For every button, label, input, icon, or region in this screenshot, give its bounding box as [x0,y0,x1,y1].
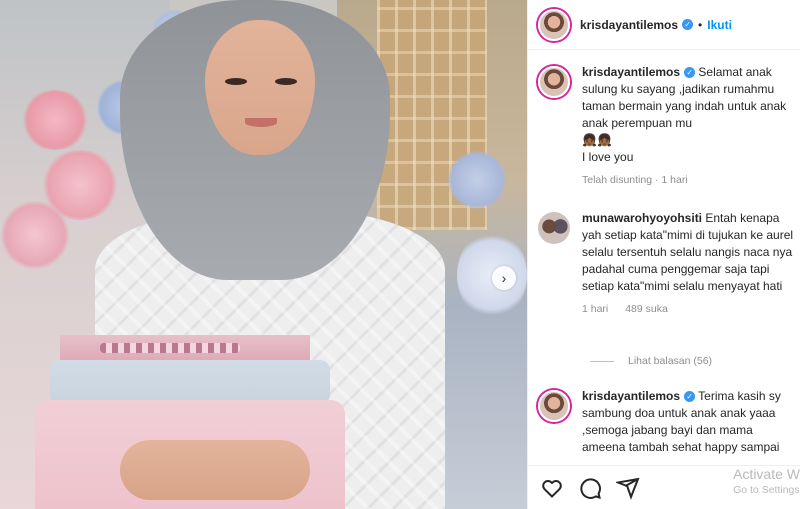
replies-divider [590,360,614,362]
author-username[interactable]: krisdayantilemos [580,18,678,32]
commenter-avatar[interactable] [538,66,570,98]
activation-watermark: Activate W Go to Settings [733,466,800,496]
view-replies-label[interactable]: Lihat balasan (56) [628,355,712,367]
verified-icon: ✓ [682,19,694,30]
commenter-avatar[interactable] [538,212,570,244]
post-photo: › [0,0,527,509]
comment-username[interactable]: krisdayantilemos [582,389,680,403]
verified-icon: ✓ [684,67,696,79]
watermark-line1: Activate W [733,466,800,482]
comment-username[interactable]: krisdayantilemos [582,65,680,79]
next-photo-button[interactable]: › [492,266,516,290]
comment-item: krisdayantilemos ✓ Terima kasih sy sambun… [538,388,800,464]
flower-decor [447,150,507,210]
share-icon[interactable] [616,476,640,500]
comment-likes[interactable]: 489 suka [625,303,668,315]
comment-body: munawarohyoyohsiti Entah kenapa yah seti… [582,210,797,318]
eye [275,78,297,85]
dress-belt [60,335,310,363]
flower-decor [0,200,70,270]
comment-item: krisdayantilemos ✓ Selamat anak sulung ku… [538,64,800,189]
commenter-avatar[interactable] [538,390,570,422]
watermark-line2: Go to Settings [733,484,800,496]
face [205,20,315,155]
verified-icon: ✓ [684,391,696,403]
dress-tulle-blue [50,360,330,405]
comment-body: krisdayantilemos ✓ Terima kasih sy sambun… [582,388,797,464]
post-header: krisdayantilemos ✓ • Ikuti [528,0,800,50]
comment-emoji: 👧🏾👧🏾 [582,133,612,147]
comment-body: krisdayantilemos ✓ Selamat anak sulung ku… [582,64,797,189]
comment-meta: 1 hari 489 suka [582,301,797,318]
comment-time: 1 hari [582,303,609,315]
view-replies[interactable]: Lihat balasan (56) [590,355,712,367]
follow-button[interactable]: Ikuti [707,18,732,32]
separator-dot: • [698,17,703,32]
comment-item: munawarohyoyohsiti Entah kenapa yah seti… [538,210,800,318]
eye [225,78,247,85]
comment-username[interactable]: munawarohyoyohsiti [582,211,702,225]
flower-decor [20,90,90,150]
author-avatar[interactable] [538,8,570,41]
heart-icon[interactable] [540,476,564,500]
chevron-right-icon: › [501,270,507,286]
comments-panel: krisdayantilemos ✓ • Ikuti krisdayantile… [527,0,800,509]
comment-meta: Telah disunting · 1 hari [582,172,797,189]
comment-icon[interactable] [578,476,602,500]
lips [245,118,277,127]
comment-edited-time: Telah disunting · 1 hari [582,174,688,186]
comment-text-line: I love you [582,150,634,164]
hands [120,440,310,500]
